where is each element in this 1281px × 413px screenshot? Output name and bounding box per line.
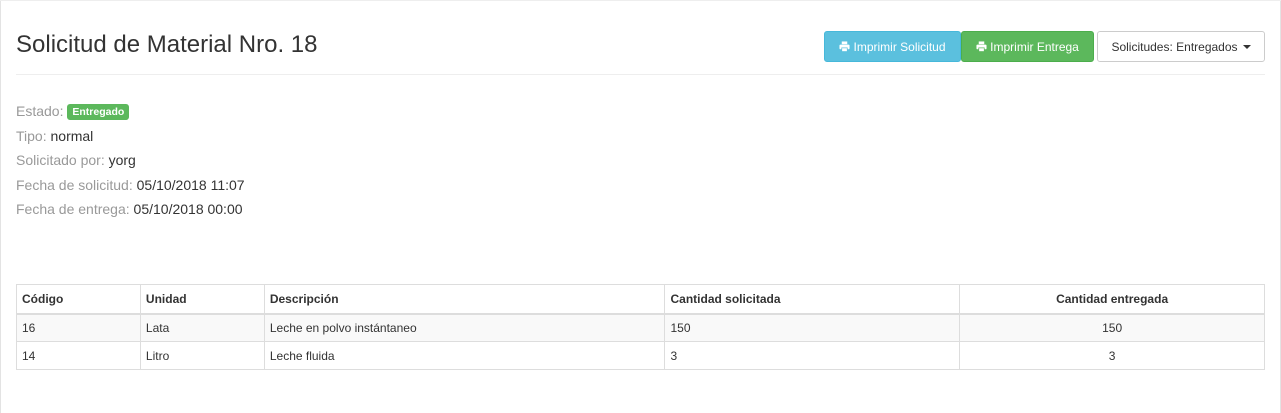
cell-requested-qty: 3	[664, 341, 961, 370]
column-header-description: Descripción	[263, 284, 666, 315]
materials-table: Código Unidad Descripción Cantidad solic…	[16, 284, 1265, 370]
page-title: Solicitud de Material Nro. 18	[16, 31, 318, 58]
cell-delivered-qty: 150	[959, 313, 1265, 342]
table-header-row: Código Unidad Descripción Cantidad solic…	[16, 284, 1265, 315]
status-label: Estado:	[16, 103, 64, 119]
print-delivery-label: Imprimir Entrega	[990, 39, 1079, 54]
detail-delivery-date: Fecha de entrega: 05/10/2018 00:00	[16, 197, 245, 222]
status-badge: Entregado	[67, 104, 130, 120]
request-date-value: 05/10/2018 11:07	[136, 176, 245, 193]
requests-filter-dropdown[interactable]: Solicitudes: Entregados	[1097, 31, 1265, 62]
detail-request-date: Fecha de solicitud: 05/10/2018 11:07	[16, 173, 245, 198]
detail-type: Tipo: normal	[16, 124, 245, 149]
cell-code: 16	[16, 313, 141, 342]
type-value: normal	[50, 127, 94, 144]
request-date-label: Fecha de solicitud:	[16, 176, 133, 193]
requested-by-value: yorg	[108, 152, 136, 168]
column-header-unit: Unidad	[139, 284, 265, 315]
print-request-label: Imprimir Solicitud	[853, 39, 946, 54]
detail-status: Estado: Entregado	[16, 99, 245, 124]
page-border-top	[0, 0, 1281, 1]
cell-unit: Lata	[139, 313, 265, 342]
cell-code: 14	[16, 341, 141, 370]
cell-unit: Litro	[139, 341, 265, 370]
type-label: Tipo:	[16, 127, 47, 144]
column-header-code: Código	[16, 284, 141, 315]
delivery-date-value: 05/10/2018 00:00	[133, 201, 243, 217]
print-request-button[interactable]: Imprimir Solicitud	[824, 31, 961, 62]
caret-down-icon	[1242, 44, 1251, 49]
table-row: 14 Litro Leche fluida 3 3	[16, 341, 1265, 370]
cell-description: Leche en polvo instántaneo	[263, 313, 666, 342]
print-icon	[839, 41, 851, 52]
requested-by-label: Solicitado por:	[16, 152, 105, 168]
column-header-delivered-qty: Cantidad entregada	[959, 284, 1265, 315]
detail-requested-by: Solicitado por: yorg	[16, 148, 245, 173]
cell-description: Leche fluida	[263, 341, 666, 370]
page-border-left	[0, 0, 1, 413]
delivery-date-label: Fecha de entrega:	[16, 201, 130, 217]
cell-requested-qty: 150	[664, 313, 961, 342]
requests-filter-label: Solicitudes: Entregados	[1111, 39, 1238, 54]
request-details: Estado: Entregado Tipo: normal Solicitad…	[16, 99, 245, 222]
header-divider	[16, 74, 1265, 75]
cell-delivered-qty: 3	[959, 341, 1265, 370]
print-icon	[976, 41, 987, 52]
header-toolbar: Imprimir Solicitud Imprimir Entrega Soli…	[824, 31, 1265, 62]
print-delivery-button[interactable]: Imprimir Entrega	[961, 31, 1094, 62]
column-header-requested-qty: Cantidad solicitada	[664, 284, 961, 315]
table-row: 16 Lata Leche en polvo instántaneo 150 1…	[16, 313, 1265, 342]
